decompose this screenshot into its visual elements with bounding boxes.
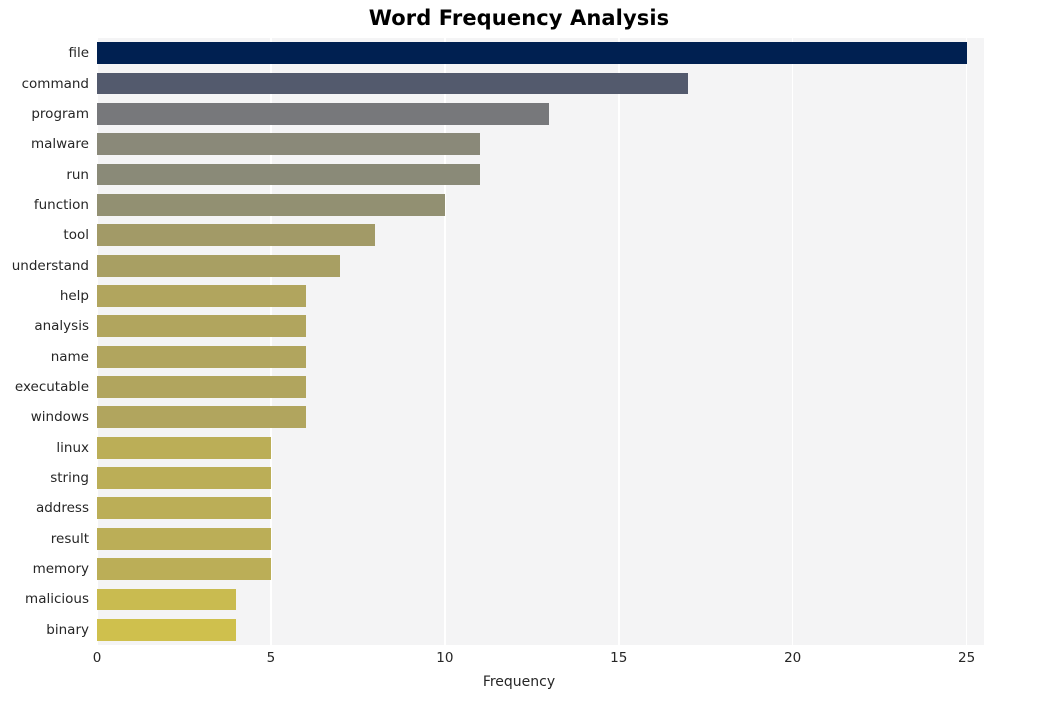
bar-row [97,220,984,250]
bar-row [97,584,984,614]
bars-layer [97,38,984,645]
bar-row [97,433,984,463]
bar-row [97,402,984,432]
bar-row [97,38,984,68]
bar-program[interactable] [97,102,550,125]
y-tick-label-windows: windows [30,409,89,426]
plot-area [97,38,984,645]
bar-malicious[interactable] [97,588,237,611]
bar-row [97,463,984,493]
y-tick-label-binary: binary [46,621,89,638]
y-axis-tick-labels: file command program malware run function tool… [0,38,89,645]
y-tick-label-file: file [68,45,89,62]
x-axis-label: Frequency [482,674,556,690]
y-tick-label-function: function [33,196,89,213]
bar-name[interactable] [97,345,306,368]
bar-row [97,129,984,159]
chart-title: Word Frequency Analysis [368,6,670,30]
bar-linux[interactable] [97,436,271,459]
bar-help[interactable] [97,285,306,307]
bar-analysis[interactable] [97,315,306,338]
bar-row [97,281,984,311]
x-tick-label-20: 20 [784,650,802,666]
y-tick-label-memory: memory [32,561,89,578]
y-tick-label-understand: understand [11,257,89,274]
bar-row [97,615,984,645]
bar-row [97,68,984,98]
bar-row [97,372,984,402]
y-tick-label-malicious: malicious [25,591,89,608]
bar-row [97,493,984,523]
x-tick-label-5: 5 [266,650,276,666]
bar-windows[interactable] [97,406,306,429]
y-tick-label-string: string [50,470,89,487]
bar-file[interactable] [97,42,967,65]
x-tick-label-25: 25 [958,650,976,666]
bar-row [97,190,984,220]
bar-address[interactable] [97,497,271,520]
bar-tool[interactable] [97,224,376,247]
x-tick-label-0: 0 [92,650,102,666]
bar-row [97,311,984,341]
x-tick-label-10: 10 [436,650,454,666]
y-tick-label-program: program [31,105,89,122]
bar-understand[interactable] [97,254,341,277]
bar-result[interactable] [97,527,271,550]
y-tick-label-address: address [35,500,89,517]
y-tick-label-executable: executable [14,379,89,396]
bar-row [97,554,984,584]
bar-binary[interactable] [97,618,237,641]
x-axis-tick-labels: 0 5 10 15 20 25 [0,650,1038,670]
y-tick-label-command: command [21,75,89,92]
bar-malware[interactable] [97,133,480,156]
bar-executable[interactable] [97,376,306,398]
bar-command[interactable] [97,72,689,95]
y-tick-label-malware: malware [30,136,89,153]
word-frequency-chart-figure: Word Frequency Analysis file command progr… [0,0,1038,701]
bar-memory[interactable] [97,558,271,581]
bar-run[interactable] [97,163,480,186]
bar-row [97,524,984,554]
y-tick-label-tool: tool [63,227,89,244]
y-tick-label-run: run [66,166,89,183]
bar-string[interactable] [97,467,271,489]
bar-row [97,250,984,280]
bar-row [97,159,984,189]
bar-function[interactable] [97,193,445,216]
y-tick-label-help: help [59,287,89,304]
y-tick-label-result: result [50,530,89,547]
y-tick-label-linux: linux [56,439,89,456]
x-tick-label-15: 15 [610,650,628,666]
bar-row [97,99,984,129]
y-tick-label-name: name [50,348,89,365]
bar-row [97,342,984,372]
y-tick-label-analysis: analysis [34,318,89,335]
